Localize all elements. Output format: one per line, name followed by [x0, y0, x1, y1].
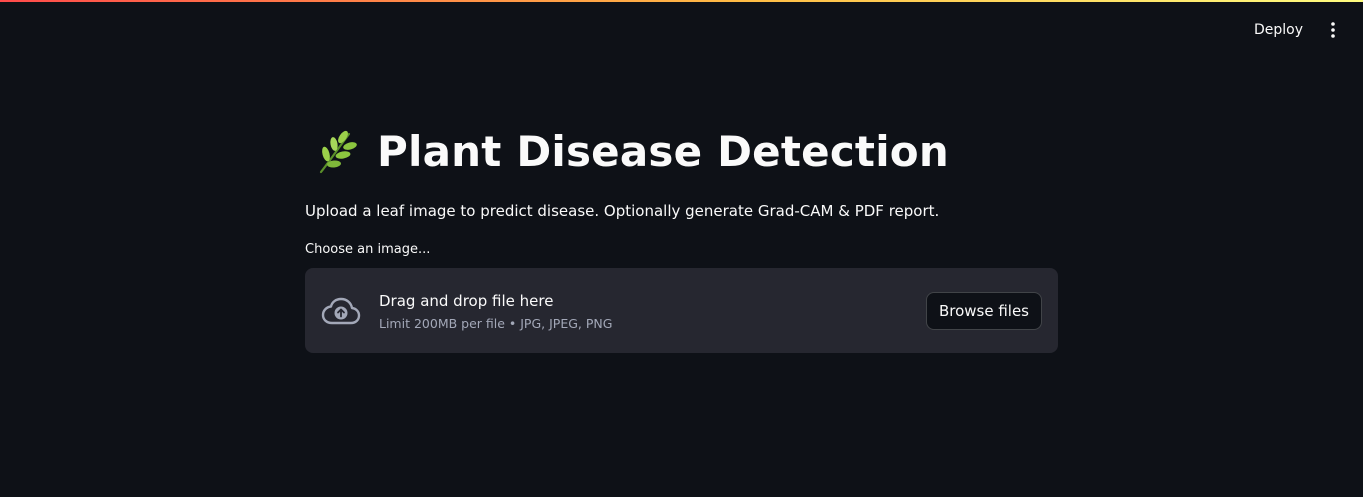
herb-icon: [313, 128, 357, 176]
dropzone-instruction: Drag and drop file here: [379, 292, 554, 310]
main-content: Plant Disease Detection Upload a leaf im…: [305, 118, 1058, 353]
page-subtitle: Upload a leaf image to predict disease. …: [305, 202, 940, 220]
more-vert-icon: [1331, 22, 1335, 38]
browse-files-button[interactable]: Browse files: [925, 291, 1042, 330]
file-dropzone[interactable]: Drag and drop file here Limit 200MB per …: [305, 268, 1058, 353]
main-menu-button[interactable]: [1321, 16, 1345, 44]
dropzone-text: Drag and drop file here Limit 200MB per …: [379, 290, 926, 331]
page-title: Plant Disease Detection: [377, 127, 949, 176]
deploy-button[interactable]: Deploy: [1246, 16, 1311, 44]
title-row: Plant Disease Detection: [305, 118, 1058, 186]
app-toolbar: Deploy: [1246, 16, 1345, 44]
dropzone-limit-text: Limit 200MB per file • JPG, JPEG, PNG: [379, 316, 613, 331]
top-decoration-bar: [0, 0, 1363, 2]
file-uploader-label: Choose an image...: [305, 242, 431, 257]
cloud-upload-icon: [321, 295, 363, 327]
